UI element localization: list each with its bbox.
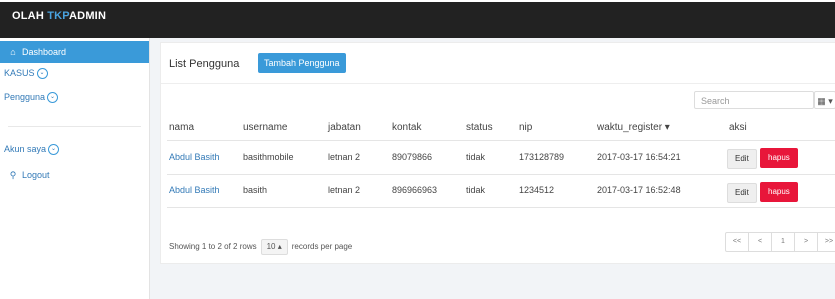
header-jabatan[interactable]: jabatan bbox=[328, 122, 361, 133]
cell-waktu-register: 2017-03-17 16:52:48 bbox=[597, 185, 681, 195]
page-title: List Pengguna bbox=[169, 58, 240, 70]
sidebar-item-pengguna[interactable]: Pengguna ⌄ bbox=[0, 86, 153, 108]
sidebar-item-label: Akun saya bbox=[4, 144, 47, 154]
sidebar-item-akun[interactable]: Akun saya ⌄ bbox=[0, 138, 153, 160]
cell-nama[interactable]: Abdul Basith bbox=[169, 185, 220, 195]
first-page-button[interactable]: << bbox=[726, 233, 748, 251]
sidebar-item-dashboard[interactable]: ⌂ Dashboard bbox=[0, 41, 149, 63]
last-page-button[interactable]: >> bbox=[817, 233, 835, 251]
cell-kontak: 896966963 bbox=[392, 185, 438, 195]
next-page-button[interactable]: > bbox=[794, 233, 817, 251]
edit-button[interactable]: Edit bbox=[727, 149, 757, 169]
sidebar-item-kasus[interactable]: KASUS ⌄ bbox=[0, 62, 153, 84]
row-divider bbox=[167, 207, 835, 208]
delete-button[interactable]: hapus bbox=[760, 182, 798, 202]
brand-part-2: TKP bbox=[47, 10, 70, 22]
sidebar-item-logout[interactable]: ⚲ Logout bbox=[0, 164, 149, 186]
search-input[interactable]: Search bbox=[694, 91, 814, 109]
page-size-select[interactable]: 10 ▴ bbox=[260, 239, 288, 255]
prev-page-button[interactable]: < bbox=[748, 233, 771, 251]
home-icon: ⌂ bbox=[10, 47, 16, 57]
header-aksi: aksi bbox=[729, 122, 747, 133]
header-kontak[interactable]: kontak bbox=[392, 122, 421, 133]
cell-username: basithmobile bbox=[243, 152, 294, 162]
header-username[interactable]: username bbox=[243, 122, 287, 133]
cell-waktu-register: 2017-03-17 16:54:21 bbox=[597, 152, 681, 162]
user-icon: ⚲ bbox=[9, 170, 17, 180]
cell-username: basith bbox=[243, 185, 268, 195]
users-panel: List Pengguna Tambah Pengguna Search ▦ ▾… bbox=[160, 42, 835, 264]
header-nama[interactable]: nama bbox=[169, 122, 194, 133]
row-divider bbox=[167, 174, 835, 175]
panel-divider bbox=[161, 83, 835, 84]
sidebar: ⌂ Dashboard KASUS ⌄ Pengguna ⌄ Akun saya ⌄ ⚲… bbox=[0, 38, 150, 299]
chevron-down-icon: ⌄ bbox=[47, 92, 59, 104]
sidebar-item-label: Pengguna bbox=[4, 92, 46, 102]
page-size-value: 10 bbox=[266, 242, 276, 251]
cell-jabatan: letnan 2 bbox=[328, 152, 361, 162]
sidebar-divider bbox=[8, 126, 141, 127]
delete-button[interactable]: hapus bbox=[760, 148, 798, 168]
cell-kontak: 89079866 bbox=[392, 152, 433, 162]
chevron-down-icon: ⌄ bbox=[36, 68, 48, 80]
cell-jabatan: letnan 2 bbox=[328, 185, 361, 195]
sidebar-item-label: KASUS bbox=[4, 68, 35, 78]
cell-status: tidak bbox=[466, 152, 486, 162]
brand-logo[interactable]: OLAH TKPADMIN bbox=[12, 10, 106, 22]
header-waktu-register[interactable]: waktu_register ▾ bbox=[597, 122, 670, 133]
brand-part-3: ADMIN bbox=[69, 10, 107, 22]
grid-icon: ▦ ▾ bbox=[817, 96, 833, 106]
main-content: List Pengguna Tambah Pengguna Search ▦ ▾… bbox=[150, 38, 835, 299]
cell-nip: 1234512 bbox=[519, 185, 555, 195]
edit-button[interactable]: Edit bbox=[727, 183, 757, 203]
add-user-button[interactable]: Tambah Pengguna bbox=[258, 53, 346, 73]
sidebar-item-label: Dashboard bbox=[22, 47, 67, 57]
navbar: OLAH TKPADMIN bbox=[0, 2, 835, 38]
columns-toggle-button[interactable]: ▦ ▾ bbox=[814, 91, 835, 109]
records-per-page-text: records per page bbox=[291, 242, 353, 251]
pagination: << < 1 > >> bbox=[725, 232, 835, 252]
header-nip[interactable]: nip bbox=[519, 122, 532, 133]
brand-part-1: OLAH bbox=[12, 10, 48, 22]
sidebar-item-label: Logout bbox=[22, 170, 50, 180]
cell-status: tidak bbox=[466, 185, 486, 195]
pagination-info: Showing 1 to 2 of 2 rows 10 ▴ records per … bbox=[169, 239, 352, 255]
showing-text: Showing 1 to 2 of 2 rows bbox=[169, 242, 257, 251]
row-divider bbox=[167, 140, 835, 141]
page-1-button[interactable]: 1 bbox=[771, 233, 794, 251]
chevron-down-icon: ⌄ bbox=[48, 144, 60, 156]
cell-nama[interactable]: Abdul Basith bbox=[169, 152, 220, 162]
header-status[interactable]: status bbox=[466, 122, 493, 133]
cell-nip: 173128789 bbox=[519, 152, 565, 162]
